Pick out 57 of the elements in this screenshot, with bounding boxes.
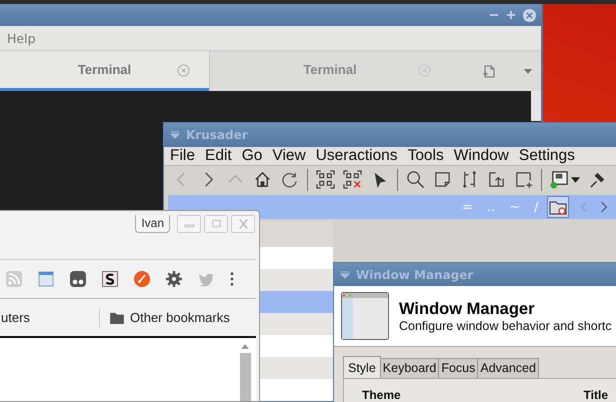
- scrollbar[interactable]: [531, 91, 541, 121]
- gear-icon[interactable]: [166, 271, 182, 287]
- tab[interactable]: Terminal: [0, 51, 209, 91]
- menu-item[interactable]: File: [170, 147, 195, 165]
- menu-item[interactable]: Help: [7, 30, 36, 46]
- menu-item[interactable]: Settings: [518, 147, 575, 165]
- maximize-button[interactable]: [204, 215, 228, 233]
- new-file-icon[interactable]: [514, 170, 533, 190]
- maximize-icon: [210, 219, 222, 229]
- menu-item[interactable]: Useractions: [316, 147, 398, 165]
- close-icon[interactable]: [523, 8, 536, 22]
- menu-item[interactable]: Edit: [204, 147, 232, 165]
- profile-button[interactable]: Ivan: [135, 215, 170, 233]
- unselect-group-icon[interactable]: [343, 170, 362, 190]
- letter-s-icon[interactable]: [102, 271, 118, 287]
- minimize-button[interactable]: [177, 215, 201, 233]
- tab[interactable]: Style: [343, 356, 381, 379]
- caret-icon[interactable]: [571, 176, 580, 183]
- search-icon[interactable]: [406, 170, 425, 190]
- other-bookmarks-button[interactable]: Other bookmarks: [110, 310, 230, 325]
- window-icon[interactable]: [38, 271, 54, 287]
- bird-icon[interactable]: [198, 271, 214, 287]
- menu-item[interactable]: Go: [242, 147, 262, 165]
- folder-icon: [110, 312, 124, 324]
- home-icon[interactable]: [253, 170, 272, 190]
- refresh-icon[interactable]: [280, 170, 299, 190]
- brush-icon[interactable]: [134, 271, 150, 287]
- tab[interactable]: Advanced: [478, 358, 539, 379]
- monitor-icon[interactable]: [550, 170, 569, 190]
- maximize-icon[interactable]: [506, 10, 516, 20]
- glasses-icon[interactable]: [70, 271, 86, 287]
- menu-item[interactable]: View: [272, 147, 306, 165]
- heading: Window Manager: [399, 300, 536, 318]
- select-group-icon[interactable]: [316, 170, 335, 190]
- close-icon: [236, 219, 250, 229]
- note-icon[interactable]: [433, 170, 452, 190]
- close-icon[interactable]: [177, 64, 190, 77]
- tab[interactable]: Keyboard: [380, 358, 440, 379]
- window-title: Window Manager: [356, 268, 474, 282]
- menu-item[interactable]: Tools: [408, 147, 444, 165]
- scrollbar-thumb[interactable]: [240, 353, 250, 401]
- forward-icon[interactable]: [600, 200, 608, 214]
- window-icon: [341, 292, 389, 340]
- tab[interactable]: Focus: [439, 358, 478, 379]
- bookmark[interactable]: uters: [1, 310, 99, 325]
- pin-icon[interactable]: [588, 170, 607, 190]
- close-button[interactable]: [231, 215, 255, 233]
- export-icon[interactable]: [487, 170, 506, 190]
- menu-icon[interactable]: [230, 272, 234, 286]
- scroll-up-icon[interactable]: [241, 344, 249, 349]
- menu-item[interactable]: Window: [454, 147, 509, 165]
- rss-icon[interactable]: [6, 271, 22, 287]
- folder-icon[interactable]: [548, 197, 568, 218]
- subtitle: Configure window behavior and shortc: [399, 318, 612, 332]
- column-label: Theme: [362, 388, 401, 402]
- window-title: Krusader: [186, 128, 248, 142]
- column-label: Title: [584, 388, 608, 402]
